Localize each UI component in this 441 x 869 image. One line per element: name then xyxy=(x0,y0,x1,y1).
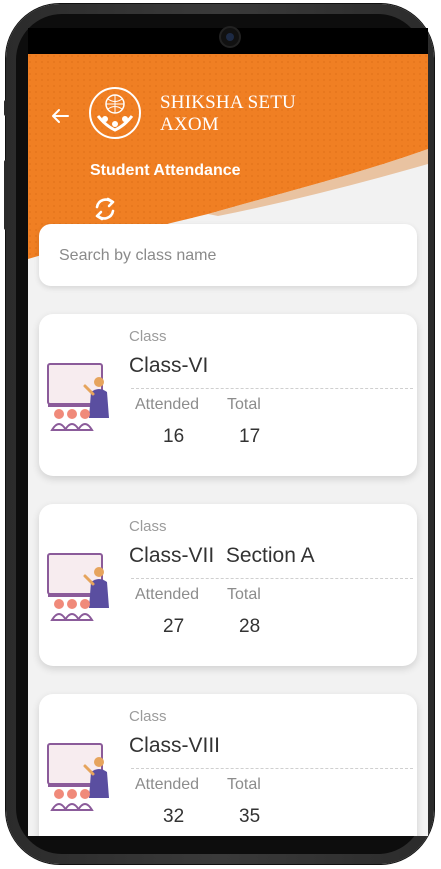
attended-label: Attended xyxy=(135,396,200,413)
power-button xyxy=(4,100,8,116)
total-label: Total xyxy=(227,776,261,793)
attended-label: Attended xyxy=(135,586,200,603)
brand-line-2: AXOM xyxy=(160,114,219,135)
total-count: 17 xyxy=(239,426,261,447)
total-label: Total xyxy=(227,586,261,603)
shiksha-setu-logo xyxy=(88,86,142,140)
class-name: Class-VIII xyxy=(129,734,221,757)
front-camera xyxy=(221,28,239,46)
divider xyxy=(131,578,413,579)
brand-name: SHIKSHA SETU AXOM xyxy=(160,92,296,136)
class-name: Class-VII Section A xyxy=(129,544,315,567)
attended-count: 32 xyxy=(163,806,185,827)
back-arrow-icon[interactable] xyxy=(48,104,72,128)
teacher-classroom-icon xyxy=(45,356,115,434)
class-card[interactable]: Class Class-VIII Attended Total 32 35 xyxy=(39,694,417,836)
class-card[interactable]: Class Class-VII Section A Attended Total… xyxy=(39,504,417,666)
attended-count: 16 xyxy=(163,426,185,447)
volume-button xyxy=(4,160,8,230)
teacher-classroom-icon xyxy=(45,736,115,814)
divider xyxy=(131,768,413,769)
page-title: Student Attendance xyxy=(90,162,241,179)
attended-count: 27 xyxy=(163,616,185,637)
divider xyxy=(131,388,413,389)
total-count: 35 xyxy=(239,806,261,827)
search-box xyxy=(39,224,417,288)
class-label: Class xyxy=(129,708,167,725)
total-label: Total xyxy=(227,396,261,413)
total-count: 28 xyxy=(239,616,261,637)
class-card[interactable]: Class Class-VI Attended Total 16 17 xyxy=(39,314,417,476)
search-input[interactable] xyxy=(57,224,401,288)
brand-line-1: SHIKSHA SETU xyxy=(160,92,296,113)
attended-label: Attended xyxy=(135,776,200,793)
class-label: Class xyxy=(129,518,167,535)
class-label: Class xyxy=(129,328,167,345)
teacher-classroom-icon xyxy=(45,546,115,624)
app-screen: SHIKSHA SETU AXOM Student Attendance Sea… xyxy=(28,28,428,836)
class-name: Class-VI xyxy=(129,354,209,377)
refresh-icon[interactable] xyxy=(90,194,120,224)
